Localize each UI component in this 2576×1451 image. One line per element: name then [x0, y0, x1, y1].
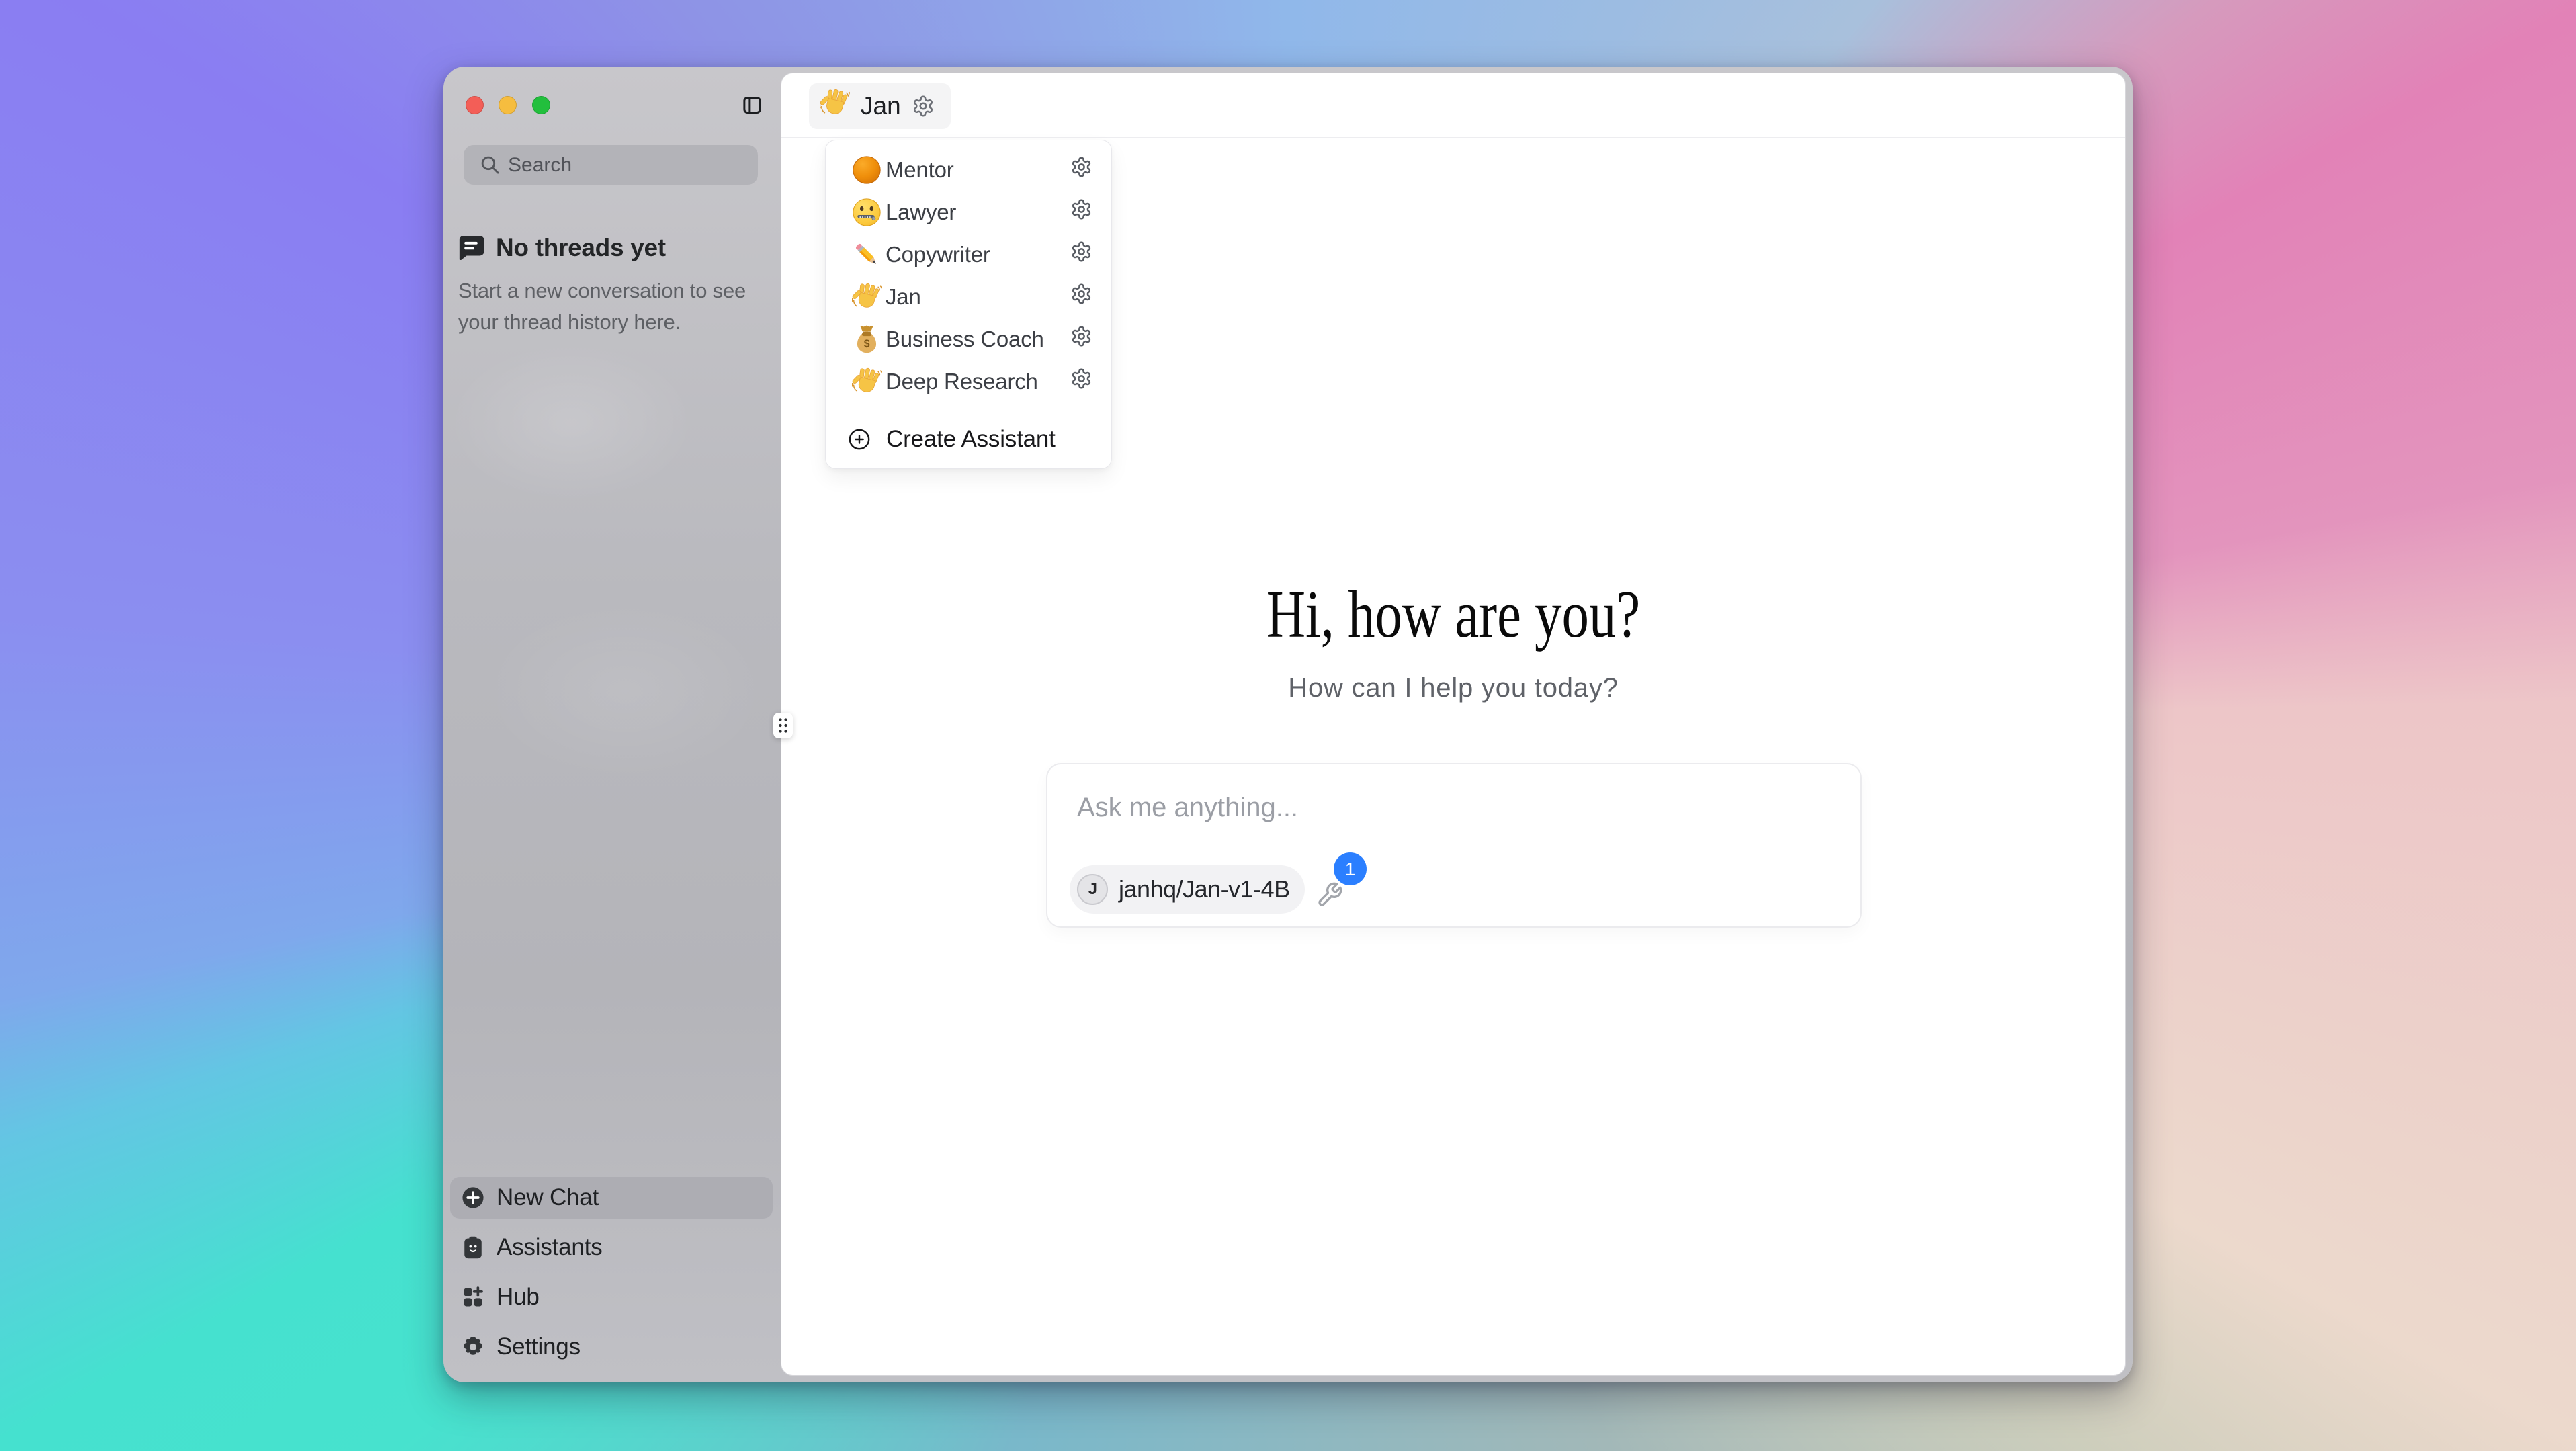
svg-text:$: $: [864, 338, 870, 349]
